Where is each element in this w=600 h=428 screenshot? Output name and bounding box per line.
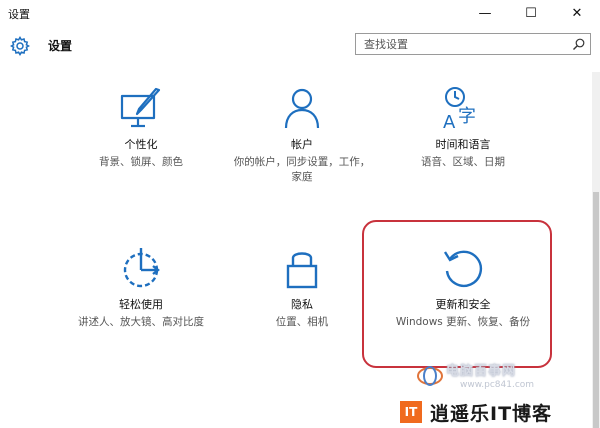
- tile-accounts[interactable]: 帐户 你的帐户，同步设置，工作，家庭: [232, 86, 372, 185]
- tile-personalization[interactable]: 个性化 背景、锁屏、颜色: [71, 86, 211, 170]
- privacy-lock-icon: [286, 252, 318, 289]
- tile-title: 个性化: [124, 138, 158, 151]
- settings-header: 设置: [0, 26, 600, 72]
- window-title: 设置: [8, 8, 30, 21]
- watermark-logo-icon: [417, 366, 443, 386]
- svg-text:字: 字: [458, 106, 476, 127]
- tile-description: 语音、区域、日期: [421, 156, 505, 168]
- search-input[interactable]: [356, 34, 574, 54]
- tile-time-language[interactable]: A 字 时间和语言 语音、区域、日期: [393, 86, 533, 170]
- tile-ease-of-access[interactable]: 轻松使用 讲述人、放大镜、高对比度: [71, 246, 211, 330]
- tile-title: 帐户: [291, 138, 313, 151]
- title-bar: 设置 — ☐ ✕: [0, 0, 600, 26]
- tile-description: 背景、锁屏、颜色: [99, 156, 183, 168]
- tile-title: 隐私: [291, 298, 313, 311]
- search-icon[interactable]: [572, 38, 585, 51]
- watermark-site-url: www.pc841.com: [460, 380, 535, 390]
- minimize-icon: —: [478, 5, 492, 21]
- personalization-icon: [120, 87, 161, 128]
- account-icon: [284, 88, 320, 129]
- watermark-site: 电脑百事网 www.pc841.com: [412, 358, 562, 398]
- maximize-button[interactable]: ☐: [508, 0, 554, 26]
- close-button[interactable]: ✕: [554, 0, 600, 26]
- watermark-blog-name: 逍遥乐IT博客: [430, 403, 553, 425]
- tile-title: 轻松使用: [119, 298, 163, 311]
- maximize-icon: ☐: [525, 5, 537, 21]
- annotation-highlight: [362, 220, 552, 368]
- time-language-icon: A 字: [443, 87, 476, 130]
- tile-description: 你的帐户，同步设置，工作，家庭: [233, 156, 371, 183]
- gear-icon: [10, 36, 30, 56]
- tile-title: 时间和语言: [435, 138, 491, 151]
- tile-description: 位置、相机: [275, 316, 329, 328]
- ease-of-access-icon: [123, 248, 160, 288]
- scrollbar-thumb[interactable]: [593, 192, 599, 428]
- vertical-scrollbar[interactable]: [592, 72, 600, 428]
- svg-text:A: A: [443, 112, 456, 130]
- minimize-button[interactable]: —: [462, 0, 508, 26]
- watermark-blog: IT 逍遥乐IT博客: [398, 396, 598, 428]
- watermark-blog-logo: IT: [400, 401, 422, 423]
- search-box[interactable]: [355, 33, 591, 55]
- close-icon: ✕: [571, 5, 583, 21]
- watermark-site-name: 电脑百事网: [446, 364, 517, 379]
- tile-description: 讲述人、放大镜、高对比度: [78, 316, 204, 328]
- page-title: 设置: [48, 39, 73, 53]
- tile-privacy[interactable]: 隐私 位置、相机: [232, 246, 372, 330]
